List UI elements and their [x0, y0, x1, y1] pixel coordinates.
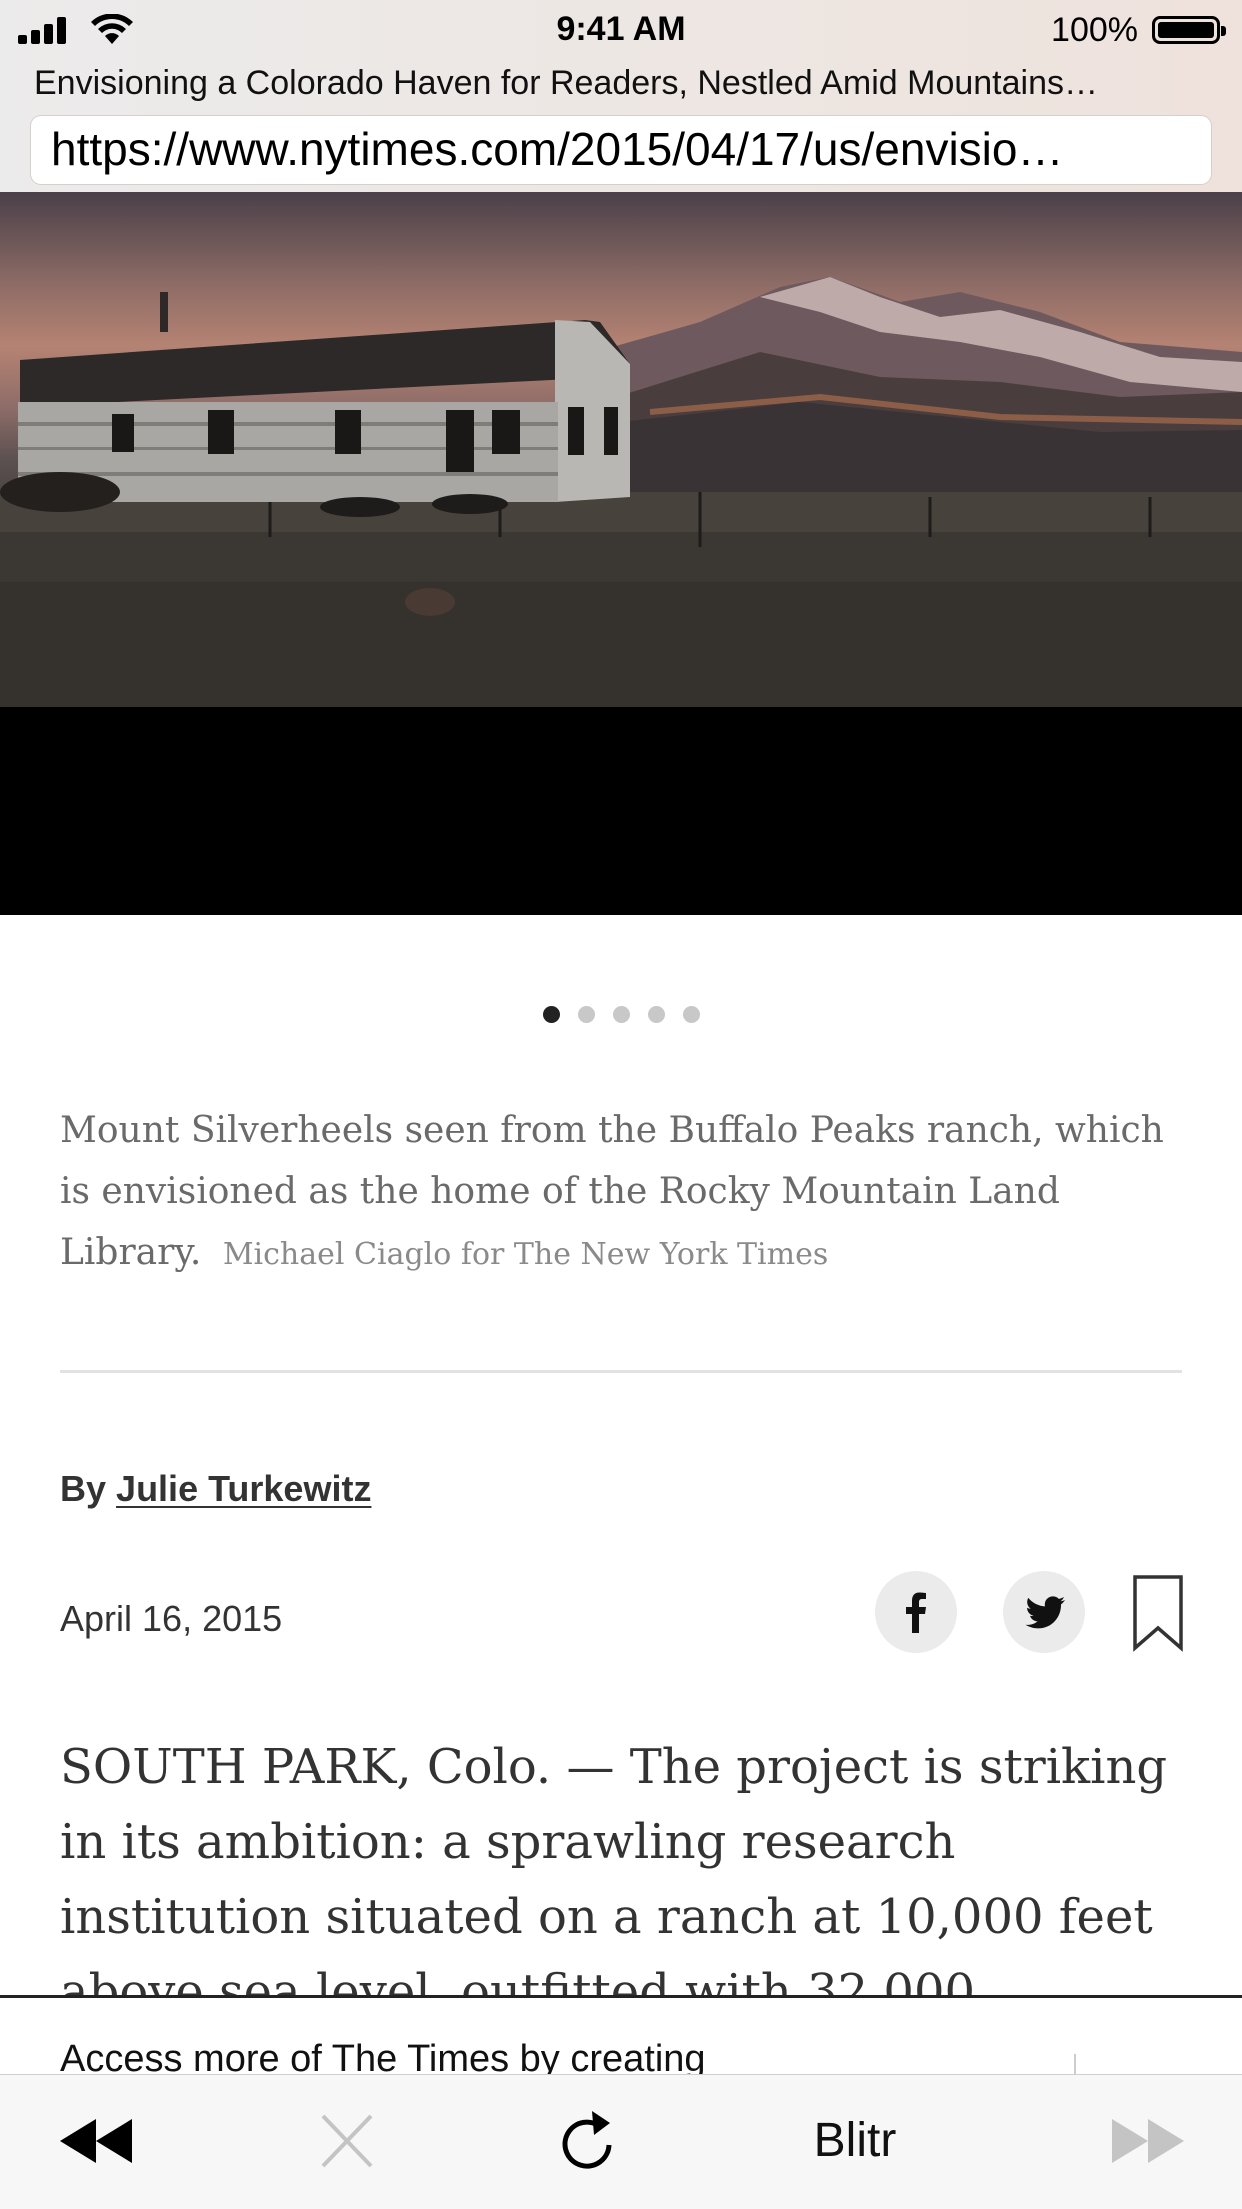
section-divider [60, 1370, 1182, 1373]
back-button[interactable] [58, 2105, 136, 2177]
byline-prefix: By [60, 1468, 107, 1509]
hero-letterbox [0, 707, 1242, 915]
twitter-share-button[interactable] [1003, 1571, 1085, 1653]
twitter-icon [1025, 1596, 1065, 1629]
fast-forward-icon [1112, 2119, 1184, 2163]
slideshow-pagination[interactable] [0, 1006, 1242, 1026]
photo-caption: Mount Silverheels seen from the Buffalo … [60, 1100, 1170, 1285]
forward-button[interactable] [1108, 2105, 1186, 2177]
battery-icon [1152, 16, 1226, 44]
photo-credit: Michael Ciaglo for The New York Times [222, 1237, 829, 1272]
url-text[interactable]: https://www.nytimes.com/2015/04/17/us/en… [51, 122, 1191, 176]
publish-date: April 16, 2015 [60, 1598, 283, 1639]
hero-photo[interactable] [0, 192, 1242, 707]
facebook-share-button[interactable] [875, 1571, 957, 1653]
slide-dot-2[interactable] [577, 1006, 595, 1023]
browser-chrome: 9:41 AM 100% Envisioning a Colorado Have… [0, 0, 1242, 192]
slide-dot-5[interactable] [682, 1006, 700, 1023]
bottom-toolbar: Blitr [0, 2074, 1242, 2209]
author-link[interactable]: Julie Turkewitz [116, 1468, 371, 1509]
byline: By Julie Turkewitz [60, 1468, 371, 1510]
close-icon [321, 2114, 373, 2168]
battery-percentage: 100% [1051, 11, 1138, 49]
bookmark-icon[interactable] [1132, 1574, 1184, 1652]
rewind-icon [60, 2119, 132, 2163]
facebook-icon [906, 1592, 926, 1633]
address-bar[interactable]: https://www.nytimes.com/2015/04/17/us/en… [31, 116, 1211, 184]
close-button[interactable] [318, 2105, 376, 2177]
slide-dot-1[interactable] [542, 1006, 560, 1023]
status-bar: 9:41 AM 100% [0, 0, 1242, 62]
reload-button[interactable] [556, 2105, 618, 2177]
ranch-landscape-image [0, 277, 1242, 707]
slide-dot-3[interactable] [612, 1006, 630, 1023]
reload-icon [562, 2111, 612, 2169]
slide-dot-4[interactable] [647, 1006, 665, 1023]
blitr-label[interactable]: Blitr [780, 2113, 930, 2168]
page-title: Envisioning a Colorado Haven for Readers… [34, 64, 1098, 102]
